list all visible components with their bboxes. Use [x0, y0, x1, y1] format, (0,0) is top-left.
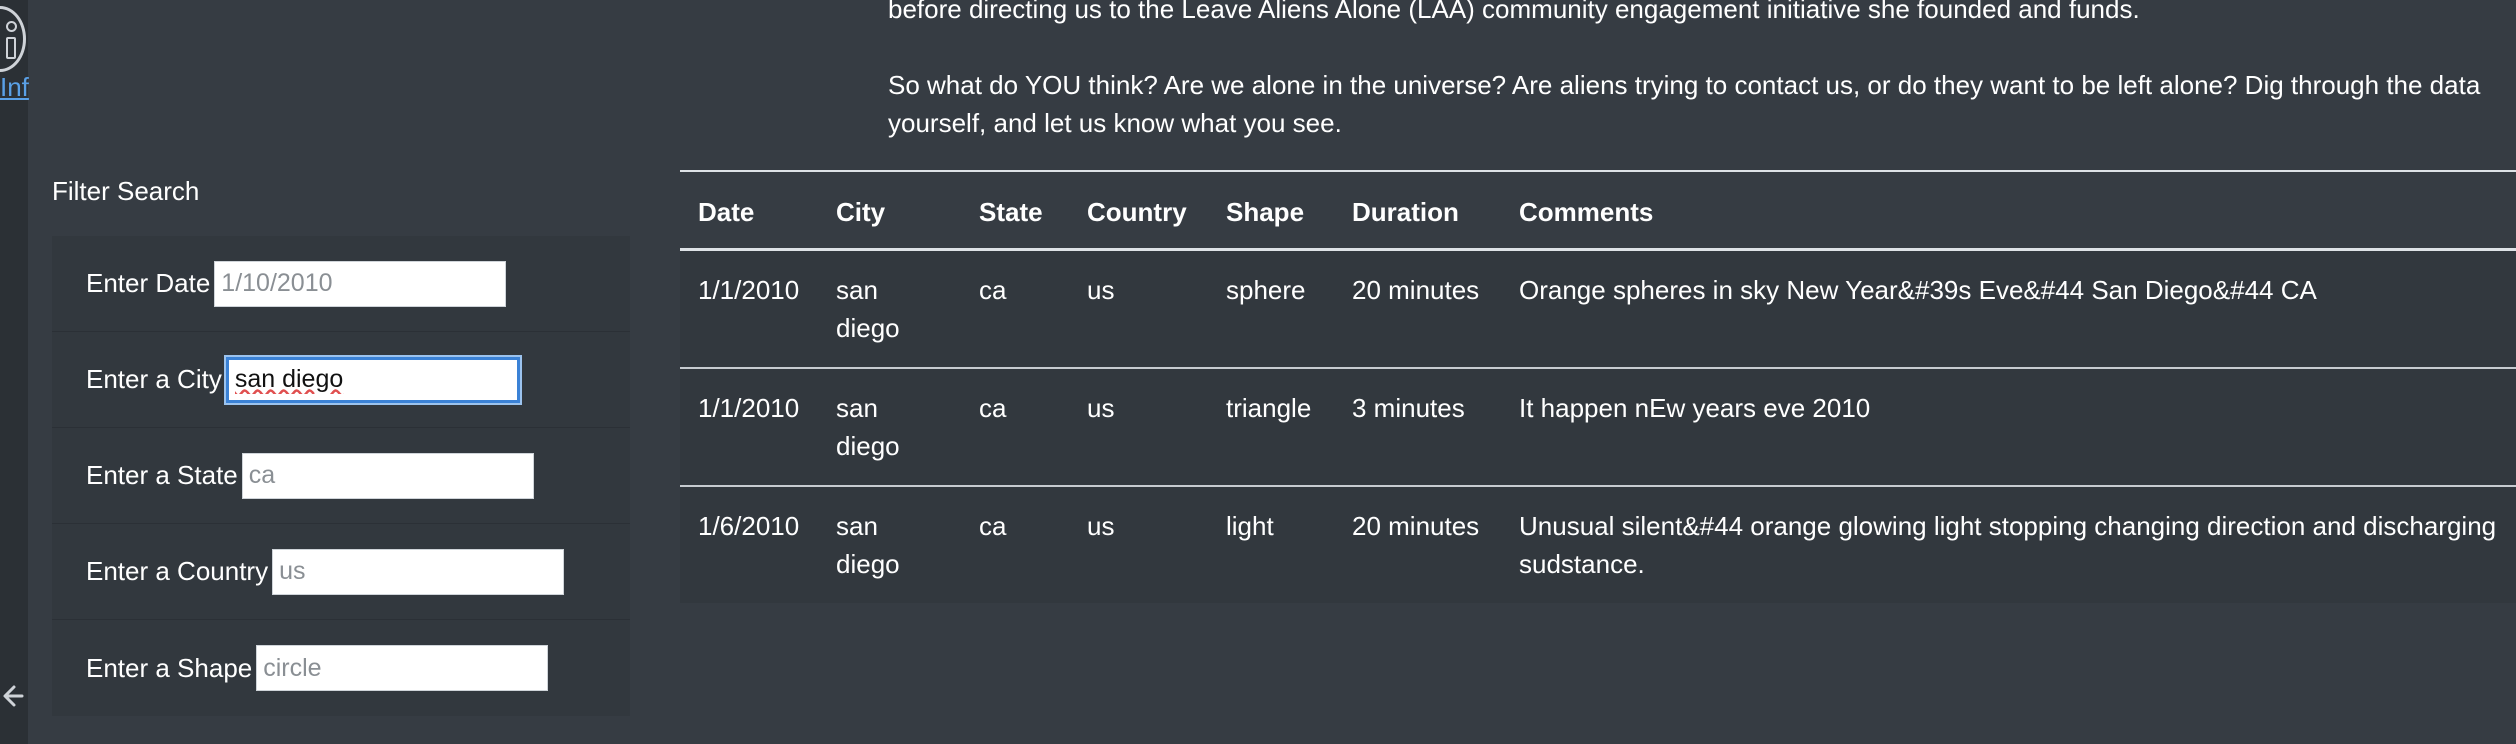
- duration-cell: 20 minutes: [1334, 249, 1501, 369]
- column-header-comments: Comments: [1501, 170, 2516, 251]
- filter-search-title: Filter Search: [52, 176, 200, 206]
- table-header-row: Date City State Country Shape Duration C…: [680, 170, 2516, 251]
- info-link[interactable]: Inf: [0, 72, 29, 103]
- shape-cell: light: [1208, 486, 1334, 603]
- country-cell: us: [1069, 249, 1208, 369]
- column-header-date: Date: [680, 170, 818, 251]
- country-filter-label: Enter a Country: [86, 556, 269, 586]
- filter-item-country: Enter a Country: [52, 524, 630, 620]
- city-filter-label: Enter a City: [86, 364, 222, 394]
- column-header-shape: Shape: [1208, 170, 1334, 251]
- date-cell: 1/1/2010: [680, 368, 818, 487]
- city-cell: san diego: [818, 368, 961, 487]
- intro-text: before directing us to the Leave Aliens …: [888, 0, 2498, 142]
- column-header-state: State: [961, 170, 1069, 251]
- intro-paragraph: So what do YOU think? Are we alone in th…: [888, 70, 2481, 138]
- shape-filter-input[interactable]: [256, 645, 549, 691]
- date-filter-input[interactable]: [214, 260, 507, 307]
- comments-cell: It happen nEw years eve 2010: [1501, 368, 2516, 487]
- state-cell: ca: [961, 368, 1069, 487]
- comments-cell: Unusual silent&#44 orange glowing light …: [1501, 486, 2516, 603]
- comments-cell: Orange spheres in sky New Year&#39s Eve&…: [1501, 249, 2516, 369]
- filter-item-city: Enter a City: [52, 332, 630, 428]
- state-filter-label: Enter a State: [86, 460, 238, 490]
- filter-item-date: Enter Date: [52, 236, 630, 332]
- column-header-country: Country: [1069, 170, 1208, 251]
- table-row: 1/1/2010 san diego ca us sphere 20 minut…: [680, 249, 2516, 369]
- city-filter-input[interactable]: [225, 356, 520, 403]
- duration-cell: 3 minutes: [1334, 368, 1501, 487]
- date-cell: 1/6/2010: [680, 486, 818, 603]
- state-filter-input[interactable]: [241, 452, 534, 499]
- side-panel-strip: Inf: [0, 0, 29, 744]
- filter-list: Enter Date Enter a City Enter a State En…: [52, 236, 630, 716]
- table-row: 1/6/2010 san diego ca us light 20 minute…: [680, 486, 2516, 603]
- country-cell: us: [1069, 486, 1208, 603]
- state-cell: ca: [961, 249, 1069, 369]
- shape-cell: sphere: [1208, 249, 1334, 369]
- filter-item-state: Enter a State: [52, 428, 630, 524]
- table-row: 1/1/2010 san diego ca us triangle 3 minu…: [680, 368, 2516, 487]
- duration-cell: 20 minutes: [1334, 486, 1501, 603]
- back-arrow-icon[interactable]: [2, 678, 26, 714]
- city-cell: san diego: [818, 249, 961, 369]
- shape-filter-label: Enter a Shape: [86, 652, 253, 683]
- intro-paragraph: before directing us to the Leave Aliens …: [888, 0, 2140, 24]
- date-filter-label: Enter Date: [86, 268, 211, 298]
- state-cell: ca: [961, 486, 1069, 603]
- ufo-sightings-table: Date City State Country Shape Duration C…: [680, 170, 2516, 603]
- date-cell: 1/1/2010: [680, 249, 818, 369]
- info-icon[interactable]: [0, 6, 26, 72]
- column-header-city: City: [818, 170, 961, 251]
- column-header-duration: Duration: [1334, 170, 1501, 251]
- country-cell: us: [1069, 368, 1208, 487]
- filter-item-shape: Enter a Shape: [52, 620, 630, 716]
- country-filter-input[interactable]: [272, 548, 565, 595]
- shape-cell: triangle: [1208, 368, 1334, 487]
- city-cell: san diego: [818, 486, 961, 603]
